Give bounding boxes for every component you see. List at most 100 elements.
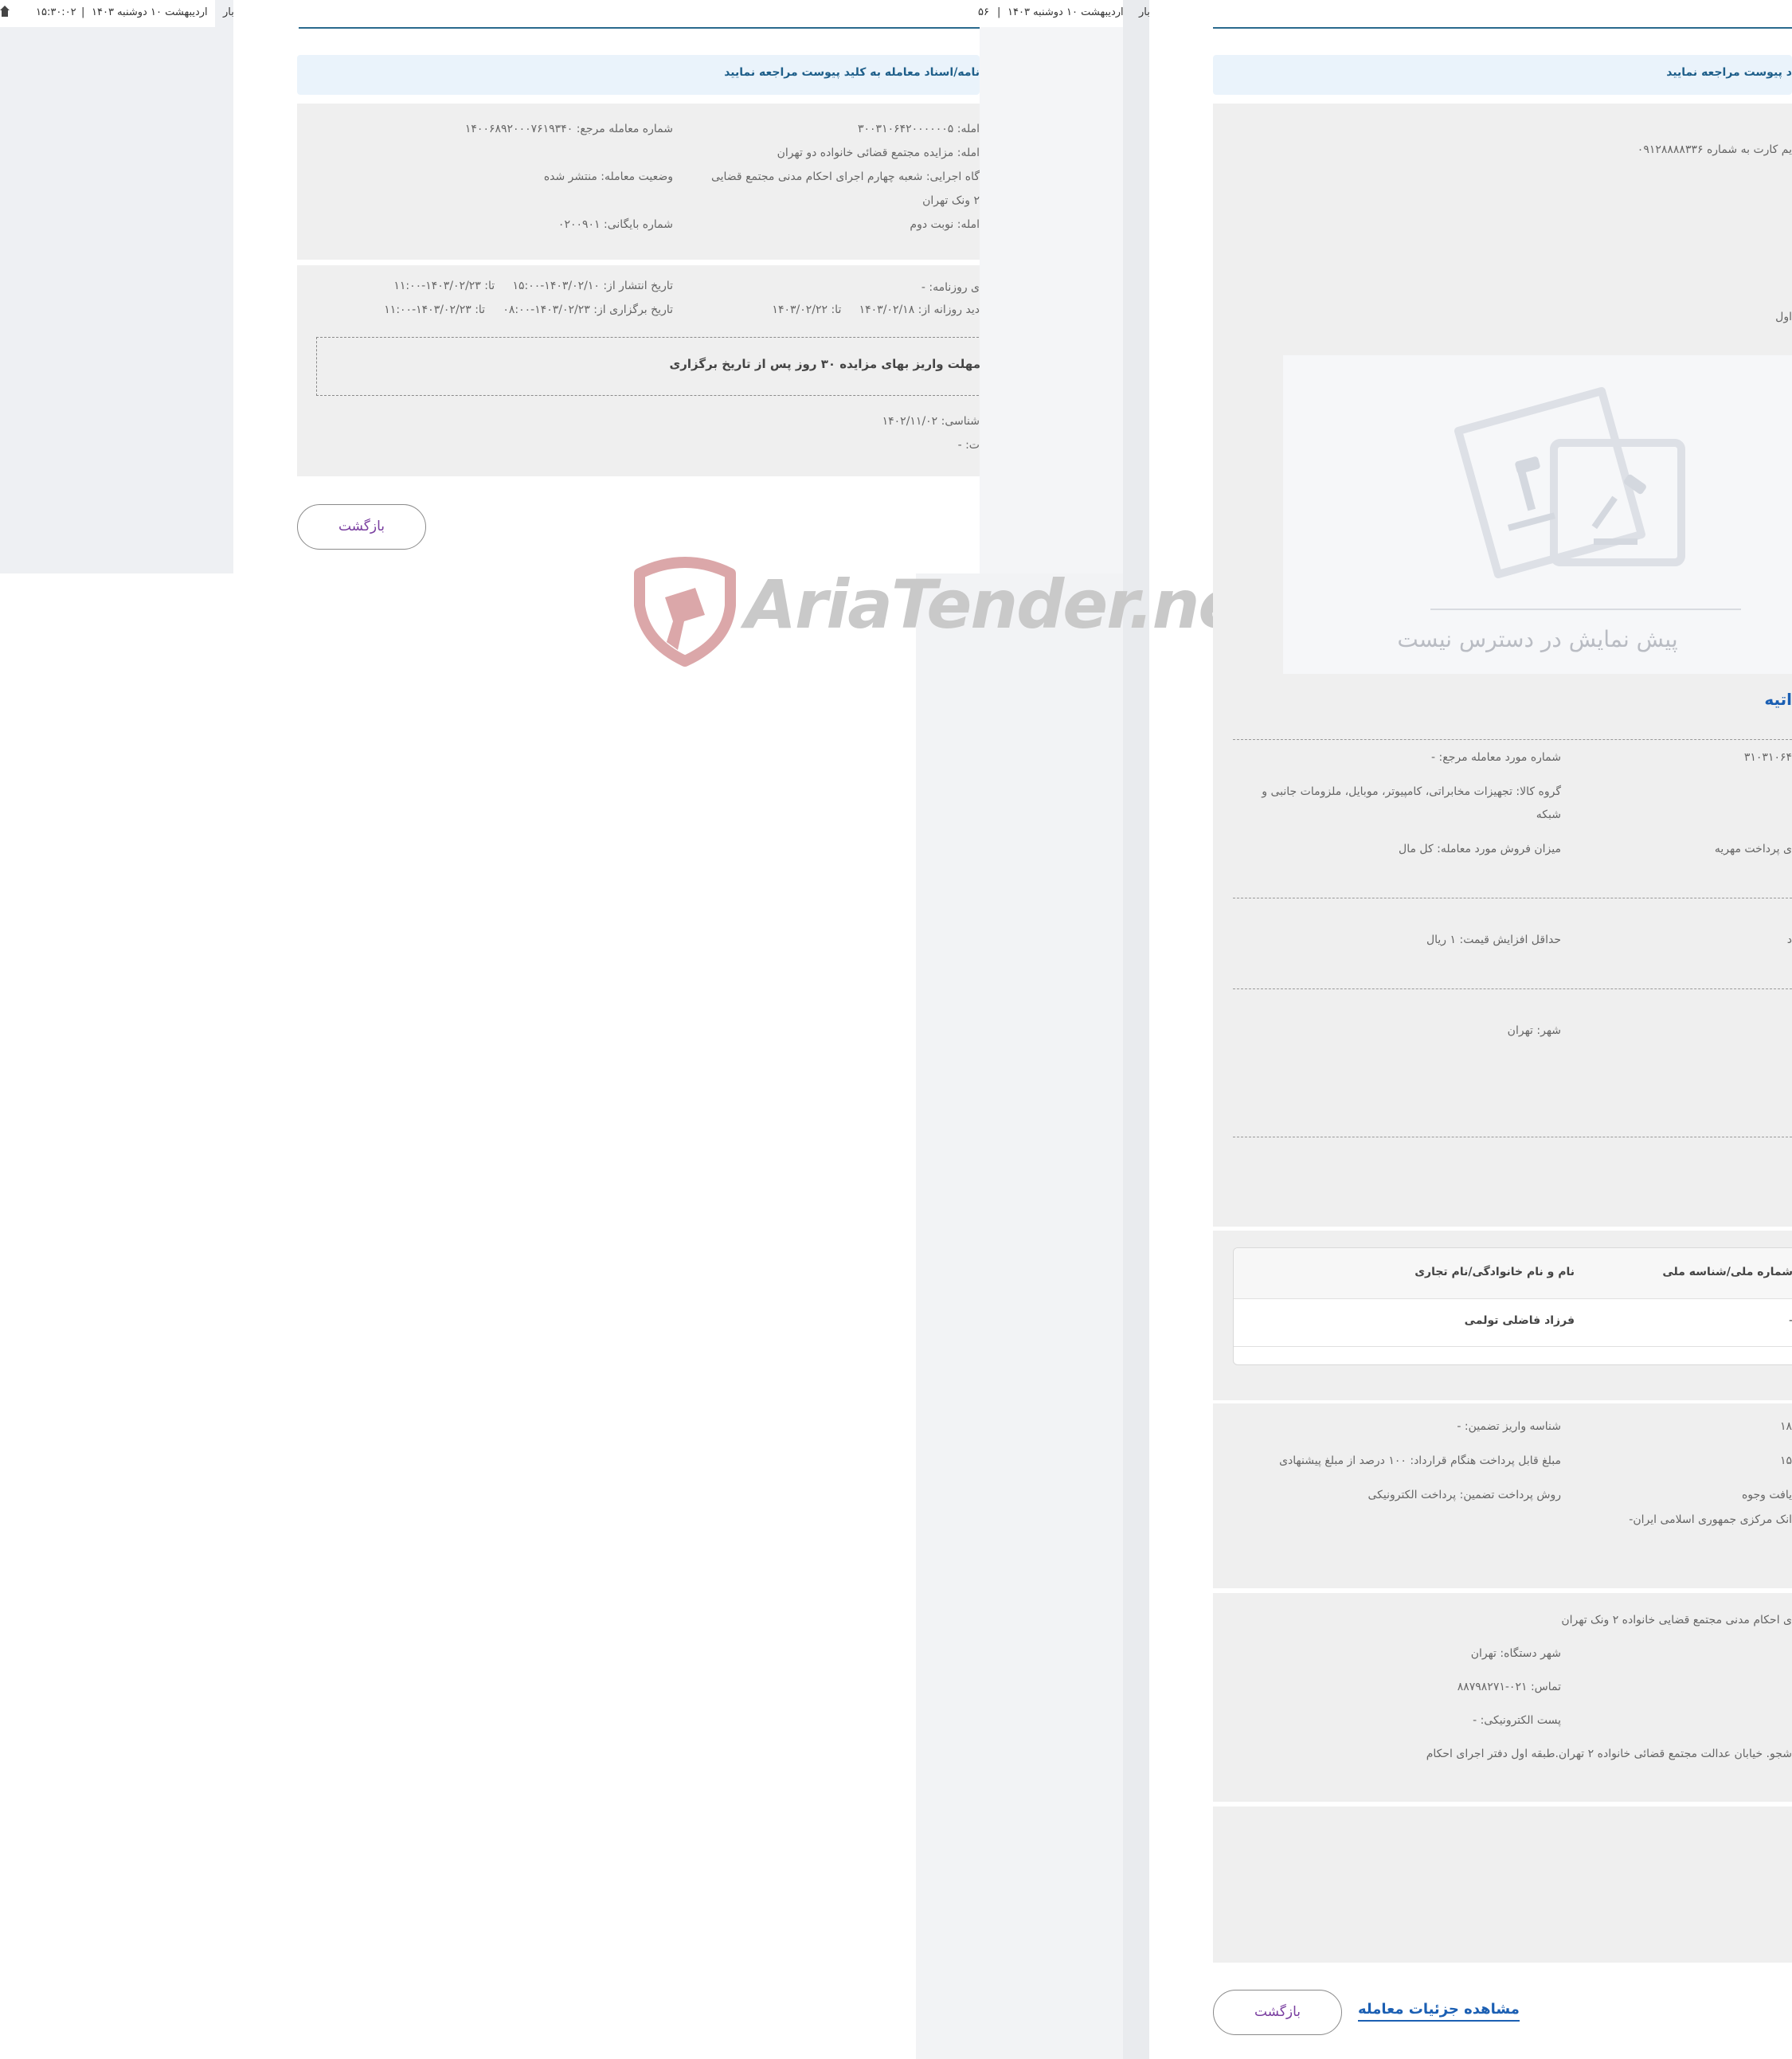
topbar-separator: | xyxy=(997,6,1001,18)
visit-from-value: ۱۴۰۳/۰۲/۱۸ xyxy=(859,303,915,316)
payment-content: ۱۸ شناسه واریز تضمین: - ۱۵ مبلغ قابل پرد… xyxy=(1213,1403,1792,1588)
deal-details-content: امله: ۳۰۰۳۱۰۶۴۲۰۰۰۰۰۰۵ امله: مزایده مجتم… xyxy=(297,104,980,260)
header-divider xyxy=(299,27,980,29)
alert-text: نامه/اسناد معامله به کلید پیوست مراجعه ن… xyxy=(724,66,980,79)
sale-amount-label: میزان فروش مورد معامله: xyxy=(1437,843,1561,855)
publish-from-value: ۱۴۰۳/۰۲/۱۰-۱۵:۰۰ xyxy=(512,280,600,292)
extra-label: ت: xyxy=(965,439,980,452)
newspaper-label: ی روزنامه: xyxy=(929,281,980,294)
deal-status-field: وضعیت معامله: منتشر شده xyxy=(544,170,673,183)
hold-from-value: ۱۴۰۳/۰۲/۲۳-۰۸:۰۰ xyxy=(503,303,590,316)
min-increase-field: حداقل افزایش قیمت: ۱ ریال xyxy=(1426,934,1561,946)
contract-payment-field: مبلغ قابل پرداخت هنگام قرارداد: ۱۰۰ درصد… xyxy=(1279,1454,1561,1467)
gray-column xyxy=(1123,0,1149,2059)
item-number-value: ۳۱۰۳۱۰۶۴ xyxy=(1743,751,1792,764)
address-fragment: شجو. خیابان عدالت مجتمع قضائی خانواده ۲ … xyxy=(1426,1748,1792,1760)
topbar-prefix: ۵۶ xyxy=(978,6,989,18)
topbar-time: ۱۵:۳۰:۰۲ xyxy=(36,6,76,18)
owners-table: شماره ملی/شناسه ملی نام و نام خانوادگی/ن… xyxy=(1233,1247,1792,1365)
deal-number-value: ۳۰۰۳۱۰۶۴۲۰۰۰۰۰۰۵ xyxy=(857,123,954,135)
contract-payment-label: مبلغ قابل پرداخت هنگام قرارداد: xyxy=(1410,1454,1561,1467)
left-window-background xyxy=(0,0,233,573)
national-id-cell: - xyxy=(1789,1314,1792,1327)
deposit-note-box: مهلت واریز بهای مزایده ۳۰ روز پس از تاری… xyxy=(316,337,980,396)
name-header: نام و نام خانوادگی/نام تجاری xyxy=(1414,1266,1575,1278)
gavel-icon xyxy=(1442,383,1713,598)
dates-content: ی روزنامه: - دید روزانه از: ۱۴۰۳/۰۲/۱۸ ت… xyxy=(297,265,980,476)
publish-label: تاریخ انتشار از: xyxy=(603,280,673,292)
contact-content: ی احکام مدنی مجتمع قضایی خانواده ۲ ونک ت… xyxy=(1213,1593,1792,1802)
ref-number-label: شماره معامله مرجع: xyxy=(576,123,673,135)
phone-label: تماس: xyxy=(1530,1681,1561,1693)
publish-to-value: ۱۴۰۳/۰۲/۲۳-۱۱:۰۰ xyxy=(393,280,481,292)
email-field: پست الکترونیکی: - xyxy=(1473,1714,1561,1727)
section-link[interactable]: اتیه xyxy=(1764,690,1792,709)
org-city-label: شهر دستگاه: xyxy=(1500,1647,1561,1660)
phone-value: ۰۲۱-۸۸۷۹۸۲۷۱ xyxy=(1457,1681,1528,1693)
org-city-field: شهر دستگاه: تهران xyxy=(1471,1647,1561,1660)
archive-number-value: ۰۲۰۰۹۰۱ xyxy=(558,218,601,231)
topbar-date: اردیبهشت ۱۰ دوشنبه ۱۴۰۳ xyxy=(1008,6,1124,18)
header-divider xyxy=(1213,27,1792,29)
deal-round-label: امله: xyxy=(957,218,980,231)
visit-label: دید روزانه از: xyxy=(918,303,980,316)
visit-dates-field: دید روزانه از: ۱۴۰۳/۰۲/۱۸ تا: ۱۴۰۳/۰۲/۲۲ xyxy=(772,303,980,316)
city-value: تهران xyxy=(1507,1024,1533,1037)
empty-panel xyxy=(1213,1807,1792,1963)
min-increase-label: حداقل افزایش قیمت: xyxy=(1459,934,1561,946)
no-preview-text: پیش نمایش در دسترس نیست xyxy=(1397,626,1678,652)
expert-date-label: شناسی: xyxy=(941,415,980,428)
extra-field: ت: - xyxy=(958,439,980,452)
topbar-separator: | xyxy=(81,6,85,18)
gray-column-lower xyxy=(916,573,1149,2059)
dashed-divider xyxy=(1233,988,1792,989)
watermark-text: AriaTender.neT xyxy=(745,566,1288,644)
payment-fragment-3: یافت وجوه xyxy=(1741,1489,1792,1501)
email-value: - xyxy=(1473,1714,1477,1727)
deposit-id-value: - xyxy=(1457,1420,1461,1433)
reason-fragment: ی پرداخت مهریه xyxy=(1714,843,1792,855)
visit-to-label: تا: xyxy=(831,303,842,316)
back-button[interactable]: بازگشت xyxy=(297,504,426,550)
attachment-alert: د پیوست مراجعه نمایید xyxy=(1213,55,1792,95)
table-row: - فرزاد فاضلی تولمی xyxy=(1234,1298,1792,1347)
item-ref-label: شماره مورد معامله مرجع: xyxy=(1438,751,1561,764)
sale-amount-value: کل مال xyxy=(1399,843,1434,855)
expert-date-field: شناسی: ۱۴۰۲/۱۱/۰۲ xyxy=(882,415,980,428)
min-increase-value: ۱ ریال xyxy=(1426,934,1457,946)
executor-value-line2: ۲ ونک تهران xyxy=(922,194,980,207)
deal-round-field: امله: نوبت دوم xyxy=(910,218,980,231)
dashed-divider xyxy=(1233,739,1792,740)
publish-to-label: تا: xyxy=(484,280,495,292)
home-icon[interactable] xyxy=(0,5,10,18)
image-preview-placeholder: پیش نمایش در دسترس نیست xyxy=(1283,355,1792,674)
hold-label: تاریخ برگزاری از: xyxy=(593,303,673,316)
org-city-value: تهران xyxy=(1470,1647,1497,1660)
phone-field: تماس: ۰۲۱-۸۸۷۹۸۲۷۱ xyxy=(1457,1681,1561,1693)
archive-number-label: شماره بایگانی: xyxy=(604,218,673,231)
hold-dates-field: تاریخ برگزاری از: ۱۴۰۳/۰۲/۲۳-۰۸:۰۰ تا: ۱… xyxy=(384,303,673,316)
item-ref-value: - xyxy=(1431,751,1436,764)
publish-dates-field: تاریخ انتشار از: ۱۴۰۳/۰۲/۱۰-۱۵:۰۰ تا: ۱۴… xyxy=(393,280,673,292)
deposit-id-field: شناسه واریز تضمین: - xyxy=(1457,1420,1561,1433)
topbar-tail: بار xyxy=(1139,6,1150,18)
topbar-tail: بار xyxy=(223,6,234,18)
back-button[interactable]: بازگشت xyxy=(1213,1990,1342,2035)
contract-payment-value: ۱۰۰ درصد از مبلغ پیشنهادی xyxy=(1279,1454,1407,1467)
topbar-date: اردیبهشت ۱۰ دوشنبه ۱۴۰۳ xyxy=(92,6,208,18)
goods-group-value: تجهیزات مخابراتی، کامپیوتر، موبایل، ملزو… xyxy=(1262,785,1512,798)
deal-title-label: امله: xyxy=(957,147,980,159)
item-details-content: یم کارت به شماره ۰۹۱۲۸۸۸۸۳۳۶ اول پیش نما… xyxy=(1213,104,1792,1227)
item-ref-field: شماره مورد معامله مرجع: - xyxy=(1431,751,1561,764)
deal-title-field: امله: مزایده مجتمع قضائی خانواده دو تهرا… xyxy=(777,147,980,159)
executor-field: گاه اجرایی: شعبه چهارم اجرای احکام مدنی … xyxy=(711,170,980,183)
view-deal-details-link[interactable]: مشاهده جزئیات معامله xyxy=(1358,2001,1520,2022)
goods-group-label: گروه کالا: xyxy=(1516,785,1561,798)
organization-fragment: ی احکام مدنی مجتمع قضایی خانواده ۲ ونک ت… xyxy=(1561,1614,1792,1626)
owner-name-cell: فرزاد فاضلی تولمی xyxy=(1464,1314,1575,1327)
executor-label: گاه اجرایی: xyxy=(925,170,980,183)
deal-status-value: منتشر شده xyxy=(543,170,597,183)
payment-method-field: روش پرداخت تضمین: پرداخت الکترونیکی xyxy=(1367,1489,1561,1501)
bank-fragment: انک مرکزی جمهوری اسلامی ایران- xyxy=(1629,1513,1792,1526)
extra-value: - xyxy=(957,439,962,452)
